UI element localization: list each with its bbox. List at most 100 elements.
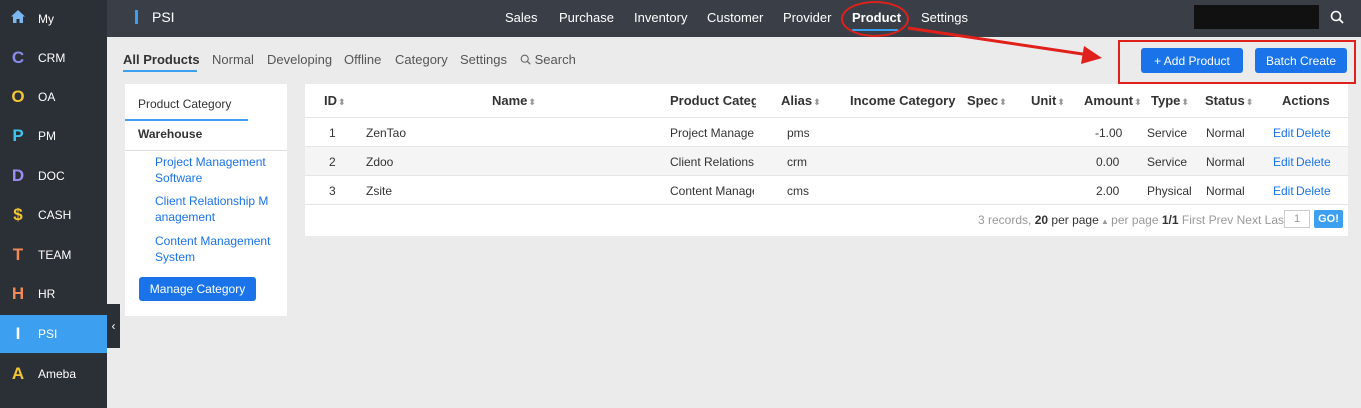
category-link-project-management[interactable]: Project Management Software [155, 154, 275, 186]
home-icon [10, 9, 26, 29]
top-header: PSI Sales Purchase Inventory Customer Pr… [107, 0, 1361, 37]
cell-status: Normal [1206, 155, 1245, 169]
search-button[interactable] [1319, 5, 1355, 29]
go-button[interactable]: GO! [1314, 210, 1343, 228]
table-row: 3 Zsite Content Manage cms 2.00 Physical… [305, 175, 1348, 204]
edit-link[interactable]: Edit [1273, 126, 1294, 140]
cell-alias: pms [787, 126, 810, 140]
search-input[interactable] [1194, 5, 1319, 29]
delete-link[interactable]: Delete [1296, 126, 1331, 140]
column-header-amount[interactable]: Amount⬍ [1084, 93, 1142, 108]
subnav-search-label: Search [534, 52, 576, 67]
page-number-input[interactable] [1284, 210, 1310, 228]
category-panel: Product Category Warehouse Project Manag… [125, 84, 287, 316]
pager-per-page-count[interactable]: 20 [1035, 213, 1048, 227]
subnav-all-products[interactable]: All Products [123, 52, 200, 67]
table-bottom-border [305, 204, 1348, 205]
sidebar-item-oa[interactable]: O OA [0, 78, 107, 116]
cell-name: Zsite [366, 184, 393, 198]
edit-link[interactable]: Edit [1273, 155, 1294, 169]
pager: 3 records, 20 per page ▲ per page 1/1 Fi… [978, 213, 1287, 227]
category-panel-title: Product Category [138, 97, 232, 111]
collapse-sidebar-button[interactable]: ‹ [107, 304, 120, 348]
sort-icon: ⬍ [528, 97, 536, 107]
hr-letter-icon: H [11, 284, 25, 303]
sidebar-item-ameba[interactable]: A Ameba [0, 355, 107, 393]
search-icon [520, 54, 531, 65]
column-header-id[interactable]: ID⬍ [324, 93, 346, 108]
category-link-content-management[interactable]: Content Management System [155, 233, 275, 265]
manage-category-button[interactable]: Manage Category [139, 277, 256, 301]
sidebar-item-label: CRM [38, 51, 66, 65]
annotation-box [1118, 40, 1356, 84]
sidebar-item-doc[interactable]: D DOC [0, 157, 107, 195]
subnav-offline[interactable]: Offline [344, 52, 381, 67]
cell-category: Client Relations [670, 155, 754, 169]
oa-letter-icon: O [11, 87, 25, 106]
annotation-ellipse [841, 1, 909, 37]
app-title: PSI [152, 9, 175, 25]
subnav-developing[interactable]: Developing [267, 52, 332, 67]
cell-status: Normal [1206, 126, 1245, 140]
topnav-provider[interactable]: Provider [783, 10, 831, 25]
subnav-category[interactable]: Category [395, 52, 448, 67]
pager-per-page-label: per page [1051, 213, 1099, 227]
product-table: ID⬍ Name⬍ Product Categ Alias⬍ Income Ca… [305, 84, 1348, 236]
edit-link[interactable]: Edit [1273, 184, 1294, 198]
sort-icon: ⬍ [1245, 97, 1254, 107]
pager-page: 1/1 [1161, 213, 1179, 227]
cell-name: Zdoo [366, 155, 394, 169]
cell-amount: 2.00 [1096, 184, 1120, 198]
topnav-inventory[interactable]: Inventory [634, 10, 687, 25]
sidebar-item-label: PSI [38, 327, 58, 341]
cell-id: 2 [329, 155, 336, 169]
pm-letter-icon: P [12, 126, 24, 145]
pager-first[interactable]: First [1182, 213, 1205, 227]
sidebar-item-my[interactable]: My [0, 0, 107, 38]
topnav-sales[interactable]: Sales [505, 10, 538, 25]
ameba-letter-icon: A [11, 364, 25, 383]
subnav-normal[interactable]: Normal [212, 52, 254, 67]
sort-icon: ⬍ [999, 97, 1007, 107]
cell-category: Content Manage [670, 184, 754, 198]
column-header-unit[interactable]: Unit⬍ [1031, 93, 1065, 108]
column-header-name[interactable]: Name⬍ [492, 93, 536, 108]
search-icon [1330, 10, 1344, 24]
subnav-settings[interactable]: Settings [460, 52, 507, 67]
sidebar-item-team[interactable]: T TEAM [0, 236, 107, 274]
category-link-client-relationship[interactable]: Client Relationship M anagement [155, 193, 275, 225]
column-header-type[interactable]: Type⬍ [1151, 93, 1189, 108]
pager-next[interactable]: Next [1237, 213, 1262, 227]
cell-name: ZenTao [366, 126, 407, 140]
column-header-category[interactable]: Product Categ [670, 93, 756, 108]
chevron-left-icon: ‹ [111, 319, 116, 333]
column-header-spec[interactable]: Spec⬍ [967, 93, 1007, 108]
column-header-actions: Actions [1282, 93, 1330, 108]
sidebar-item-label: CASH [38, 208, 72, 222]
sidebar-item-hr[interactable]: H HR [0, 275, 107, 313]
sidebar-item-crm[interactable]: C CRM [0, 39, 107, 77]
caret-up-icon[interactable]: ▲ [1099, 217, 1111, 226]
team-letter-icon: T [12, 245, 24, 264]
sidebar-item-pm[interactable]: P PM [0, 117, 107, 155]
delete-link[interactable]: Delete [1296, 184, 1331, 198]
app-title-marker [135, 10, 138, 24]
sidebar-item-label: TEAM [38, 248, 72, 262]
sort-icon: ⬍ [338, 97, 346, 107]
column-header-alias[interactable]: Alias⬍ [781, 93, 821, 108]
delete-link[interactable]: Delete [1296, 155, 1331, 169]
category-divider [125, 150, 287, 151]
sidebar-item-psi[interactable]: I PSI [0, 315, 107, 353]
topnav-purchase[interactable]: Purchase [559, 10, 614, 25]
topnav-customer[interactable]: Customer [707, 10, 763, 25]
pager-records: 3 records, [978, 213, 1032, 227]
doc-letter-icon: D [11, 166, 25, 185]
column-header-status[interactable]: Status⬍ [1205, 93, 1253, 108]
psi-letter-icon: I [15, 324, 21, 343]
cell-type: Service [1147, 126, 1188, 140]
subnav-search[interactable]: Search [520, 52, 576, 67]
sidebar-item-cash[interactable]: $ CASH [0, 196, 107, 234]
pager-prev[interactable]: Prev [1209, 213, 1234, 227]
sort-icon: ⬍ [1057, 97, 1065, 107]
cell-id: 3 [329, 184, 336, 198]
